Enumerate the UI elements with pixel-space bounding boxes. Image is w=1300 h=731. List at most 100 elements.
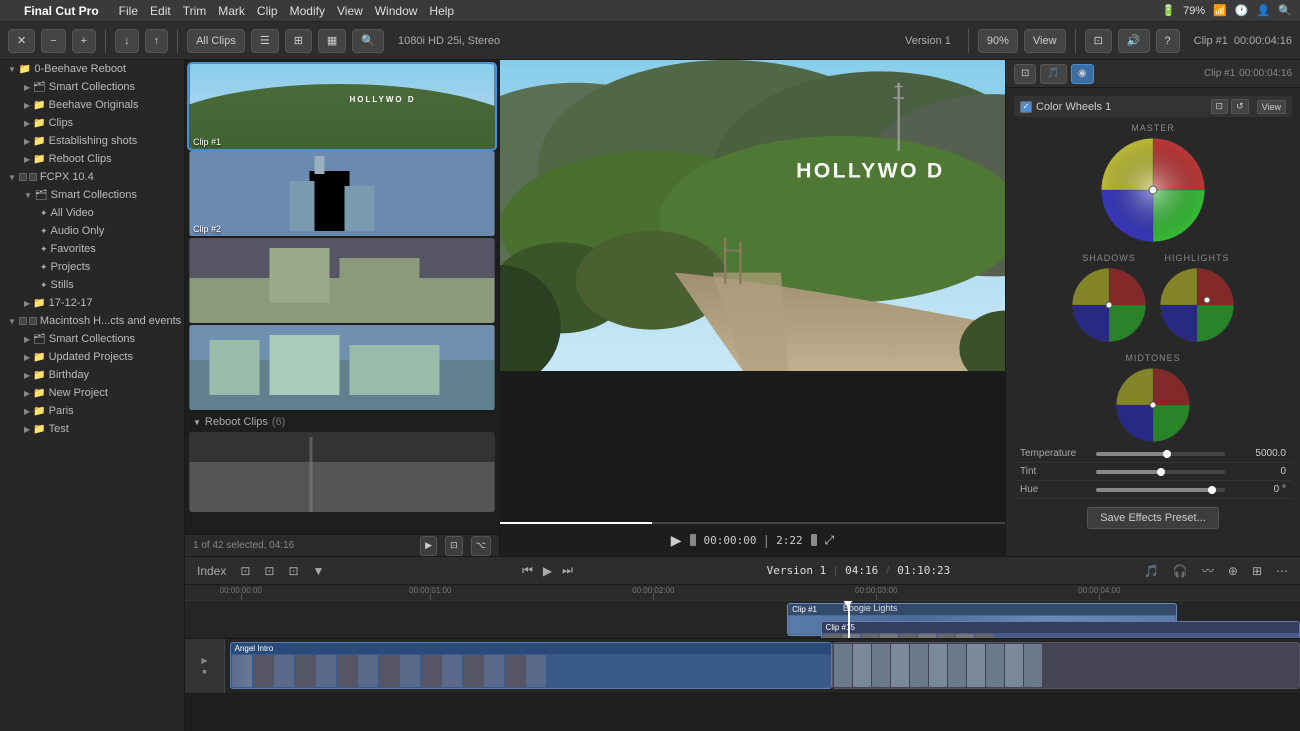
hue-slider[interactable] xyxy=(1096,488,1225,492)
temperature-slider[interactable] xyxy=(1096,452,1225,456)
skim-btn[interactable]: ⌥ xyxy=(471,536,491,556)
tl-audio-btn[interactable]: 🎵 xyxy=(1140,562,1163,580)
fullscreen-btn[interactable]: + xyxy=(72,29,96,53)
help-btn[interactable]: ? xyxy=(1156,29,1180,53)
inspector-toggle[interactable]: ⊡ xyxy=(1085,29,1112,53)
sidebar-item-new-project[interactable]: ▶ 📁 New Project xyxy=(0,384,184,402)
tl-clip-btn-3[interactable]: ⊡ xyxy=(284,562,302,580)
audio-btn[interactable]: 🔊 xyxy=(1118,29,1150,53)
tl-headphone-btn[interactable]: 🎧 xyxy=(1169,562,1192,580)
filmstrip-btn[interactable]: ▦ xyxy=(318,29,346,53)
sidebar-item-smart-collections-1[interactable]: ▶ 🗂 Smart Collections xyxy=(0,78,184,96)
sidebar-item-beehave-reboot[interactable]: ▼ 📁 0-Beehave Reboot xyxy=(0,60,184,78)
clip-block-right-1[interactable] xyxy=(832,642,1300,690)
transport-play[interactable]: ▶ xyxy=(539,562,556,580)
index-button[interactable]: Index xyxy=(193,562,230,580)
menu-clip[interactable]: Clip xyxy=(257,4,278,18)
sidebar-item-birthday[interactable]: ▶ 📁 Birthday xyxy=(0,366,184,384)
clip-block-angel[interactable]: Angel Intro xyxy=(230,642,832,690)
shadows-color-wheel[interactable]: ↺ xyxy=(1069,265,1149,345)
tl-overflow-btn[interactable]: ⋯ xyxy=(1272,562,1292,580)
import-btn[interactable]: ↓ xyxy=(115,29,139,53)
list-view-btn[interactable]: ☰ xyxy=(251,29,279,53)
tl-clip-btn-1[interactable]: ⊡ xyxy=(236,562,254,580)
menu-view[interactable]: View xyxy=(337,4,363,18)
playback-btn[interactable]: ▶ xyxy=(420,536,437,556)
reboot-clips-group-label[interactable]: ▼ Reboot Clips (6) xyxy=(189,412,495,430)
sidebar-label-birthday: Birthday xyxy=(49,369,89,381)
search-clips-btn[interactable]: 🔍 xyxy=(352,29,384,53)
timeline-playhead[interactable] xyxy=(848,601,850,638)
sidebar-item-establishing[interactable]: ▶ 📁 Establishing shots xyxy=(0,132,184,150)
effect-screenshot-btn[interactable]: ⊡ xyxy=(1211,99,1229,114)
menu-window[interactable]: Window xyxy=(375,4,418,18)
tint-thumb[interactable] xyxy=(1157,468,1165,476)
inspector-tab-color[interactable]: ◉ xyxy=(1071,64,1094,84)
expand-button[interactable]: ⤢ xyxy=(825,533,835,548)
sidebar-item-audio-only[interactable]: ✦ Audio Only xyxy=(0,222,184,240)
temperature-thumb[interactable] xyxy=(1163,450,1171,458)
save-effects-preset-button[interactable]: Save Effects Preset... xyxy=(1087,507,1219,529)
effect-checkbox[interactable]: ✓ xyxy=(1020,101,1032,113)
sidebar-item-test[interactable]: ▶ 📁 Test xyxy=(0,420,184,438)
all-clips-btn[interactable]: All Clips xyxy=(187,29,245,53)
sidebar-item-clips[interactable]: ▶ 📁 Clips xyxy=(0,114,184,132)
zoom-control[interactable]: 90% xyxy=(978,29,1018,53)
tl-zoom-btn[interactable]: ⊕ xyxy=(1224,562,1242,580)
highlights-color-wheel[interactable]: ↺ xyxy=(1157,265,1237,345)
menu-help[interactable]: Help xyxy=(429,4,454,18)
menu-mark[interactable]: Mark xyxy=(218,4,245,18)
tl-arrow-btn[interactable]: ▼ xyxy=(309,562,329,580)
effect-reset-btn[interactable]: ↺ xyxy=(1231,99,1249,114)
menu-modify[interactable]: Modify xyxy=(290,4,325,18)
track-stop-btn[interactable]: ⏹ xyxy=(203,667,207,677)
sidebar-item-projects[interactable]: ✦ Projects xyxy=(0,258,184,276)
sidebar-item-macintosh[interactable]: ▼ Macintosh H...cts and events xyxy=(0,312,184,330)
tint-slider[interactable] xyxy=(1096,470,1225,474)
clip-thumbnail-reboot[interactable] xyxy=(189,432,495,512)
duration-btn[interactable]: ⊡ xyxy=(445,536,463,556)
sidebar-item-smart-collections-3[interactable]: ▶ 🗂 Smart Collections xyxy=(0,330,184,348)
sidebar-item-stills[interactable]: ✦ Stills xyxy=(0,276,184,294)
transport-back[interactable]: ⏮ xyxy=(518,561,537,580)
menu-edit[interactable]: Edit xyxy=(150,4,171,18)
sidebar-item-paris[interactable]: ▶ 📁 Paris xyxy=(0,402,184,420)
menu-trim[interactable]: Trim xyxy=(183,4,207,18)
sidebar-item-favorites[interactable]: ✦ Favorites xyxy=(0,240,184,258)
tl-clip-btn-2[interactable]: ⊡ xyxy=(260,562,278,580)
clip-block-15[interactable]: Clip #15 xyxy=(821,621,1300,639)
grid-view-btn[interactable]: ⊞ xyxy=(285,29,312,53)
clip-thumbnail-4[interactable] xyxy=(189,325,495,410)
view-btn[interactable]: View xyxy=(1024,29,1066,53)
clip-thumbnail-1[interactable]: HOLLYWO D Clip #1 xyxy=(189,64,495,149)
sidebar-item-all-video[interactable]: ✦ All Video xyxy=(0,204,184,222)
hue-thumb[interactable] xyxy=(1208,486,1216,494)
view-dropdown[interactable]: View xyxy=(1257,100,1286,114)
clip-grid: HOLLYWO D Clip #1 Clip #2 xyxy=(185,60,499,534)
master-color-wheel[interactable]: ↺ xyxy=(1098,135,1208,245)
sidebar-item-reboot-clips[interactable]: ▶ 📁 Reboot Clips xyxy=(0,150,184,168)
track-play-btn[interactable]: ▶ xyxy=(201,656,207,665)
tl-waveform-btn[interactable]: 〰 xyxy=(1198,560,1218,581)
play-button[interactable]: ▶ xyxy=(671,532,682,549)
sidebar-label-smart-collections-1: Smart Collections xyxy=(49,81,135,93)
menu-file[interactable]: File xyxy=(119,4,138,18)
clip-thumbnail-3[interactable] xyxy=(189,238,495,323)
clip-thumbnail-2[interactable]: Clip #2 xyxy=(189,151,495,236)
sidebar-item-fcpx[interactable]: ▼ FCPX 10.4 xyxy=(0,168,184,186)
share-btn[interactable]: ↑ xyxy=(145,29,169,53)
sidebar-item-beehave-originals[interactable]: ▶ 📁 Beehave Originals xyxy=(0,96,184,114)
preview-progress-bar[interactable] xyxy=(500,522,1005,524)
sidebar-item-smart-collections-2[interactable]: ▼ 🗂 Smart Collections xyxy=(0,186,184,204)
sidebar-item-17-12-17[interactable]: ▶ 📁 17-12-17 xyxy=(0,294,184,312)
inspector-tab-2[interactable]: 🎵 xyxy=(1040,64,1066,84)
close-btn[interactable]: ✕ xyxy=(8,29,35,53)
transport-forward[interactable]: ⏭ xyxy=(558,561,577,580)
sidebar-item-updated-projects[interactable]: ▶ 📁 Updated Projects xyxy=(0,348,184,366)
midtones-color-wheel[interactable]: ↺ xyxy=(1113,365,1193,445)
minimize-btn[interactable]: − xyxy=(41,29,65,53)
tl-settings-btn[interactable]: ⊞ xyxy=(1248,562,1266,580)
clip-thumb-svg-4 xyxy=(189,325,495,410)
search-icon[interactable]: 🔍 xyxy=(1278,4,1292,17)
inspector-tab-1[interactable]: ⊡ xyxy=(1014,64,1036,84)
